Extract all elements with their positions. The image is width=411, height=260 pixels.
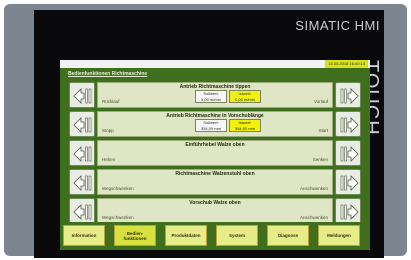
row-left-label: Rücklauf (102, 99, 120, 104)
row-title: Vorschub Walze oben (189, 200, 241, 206)
istwert-value: 0,00 m/min (235, 96, 255, 102)
tab-meldungen[interactable]: Meldungen (318, 225, 360, 246)
arrow-right-icon (340, 175, 359, 191)
bottom-tabbar: Information Bedien- funktionen Produktda… (60, 222, 370, 248)
row-walzenstuhl: Richtmaschine Walzenstuhl oben Wegschwen… (69, 169, 361, 197)
row-title: Einführhebel Walze oben (185, 142, 245, 148)
row-left-label: Heben (102, 157, 116, 162)
arrow-right-icon (340, 146, 359, 162)
sollwert-value: 354,00 mm (200, 125, 221, 131)
row-right-label: Start (318, 128, 328, 133)
row-bar: Antrieb Richtmaschine tippen Rücklauf So… (97, 82, 333, 108)
row-right-label: Vorlauf (313, 99, 328, 104)
hmi-device: SIMATIC HMI TOUCH 15.05.2018 16:40:13 Be… (4, 4, 407, 258)
row-right-label: Anschwenken (299, 215, 328, 220)
row-title: Richtmaschine Walzenstuhl oben (175, 171, 255, 177)
row-einfuehrhebel: Einführhebel Walze oben Heben Senken (69, 140, 361, 168)
arrow-left-icon (73, 175, 92, 191)
row-bar: Einführhebel Walze oben Heben Senken (97, 140, 333, 166)
istwert-box: Istwert: 0,00 m/min (229, 90, 261, 103)
istwert-value: 354,00 mm (234, 125, 255, 131)
left-arrow-button[interactable] (69, 198, 95, 224)
left-arrow-button[interactable] (69, 111, 95, 137)
right-arrow-button[interactable] (335, 82, 361, 108)
left-arrow-button[interactable] (69, 140, 95, 166)
arrow-right-icon (340, 117, 359, 133)
arrow-left-icon (73, 88, 92, 104)
row-bar: Vorschub Walze oben Wegschwenken Anschwe… (97, 198, 333, 224)
row-vorschublaenge: Antrieb Richtmaschine in Vorschublänge S… (69, 111, 361, 139)
arrow-right-icon (340, 88, 359, 104)
right-arrow-button[interactable] (335, 198, 361, 224)
tab-diagnose[interactable]: Diagnose (267, 225, 309, 246)
hmi-screen: 15.05.2018 16:40:13 Bedienfunktionen Ric… (60, 60, 370, 250)
tab-produktdaten[interactable]: Produktdaten (165, 225, 207, 246)
left-arrow-button[interactable] (69, 169, 95, 195)
row-bar: Richtmaschine Walzenstuhl oben Wegschwen… (97, 169, 333, 195)
tab-bedienfunktionen[interactable]: Bedien- funktionen (114, 225, 156, 246)
right-arrow-button[interactable] (335, 140, 361, 166)
datetime-display: 15.05.2018 16:40:13 (325, 60, 368, 68)
row-left-label: Wegschwenken (102, 215, 134, 220)
row-right-label: Senken (312, 157, 328, 162)
row-left-label: Stopp (102, 128, 114, 133)
row-bar: Antrieb Richtmaschine in Vorschublänge S… (97, 111, 333, 137)
arrow-right-icon (340, 204, 359, 220)
sollwert-box: Sollwert: 354,00 mm (195, 119, 227, 132)
sollwert-value: 5,00 m/min (201, 96, 221, 102)
panel-title: Bedienfunktionen Richtmaschine (68, 71, 148, 77)
istwert-box: Istwert: 354,00 mm (229, 119, 261, 132)
right-arrow-button[interactable] (335, 111, 361, 137)
tab-system[interactable]: System (216, 225, 258, 246)
left-arrow-button[interactable] (69, 82, 95, 108)
brand-label: SIMATIC HMI (295, 18, 380, 33)
row-right-label: Anschwenken (299, 186, 328, 191)
top-bar: 15.05.2018 16:40:13 (60, 60, 370, 68)
sollwert-box: Sollwert: 5,00 m/min (195, 90, 227, 103)
arrow-left-icon (73, 146, 92, 162)
arrow-left-icon (73, 204, 92, 220)
row-left-label: Wegschwenken (102, 186, 134, 191)
row-tippen: Antrieb Richtmaschine tippen Rücklauf So… (69, 82, 361, 110)
tab-information[interactable]: Information (63, 225, 105, 246)
right-arrow-button[interactable] (335, 169, 361, 195)
arrow-left-icon (73, 117, 92, 133)
